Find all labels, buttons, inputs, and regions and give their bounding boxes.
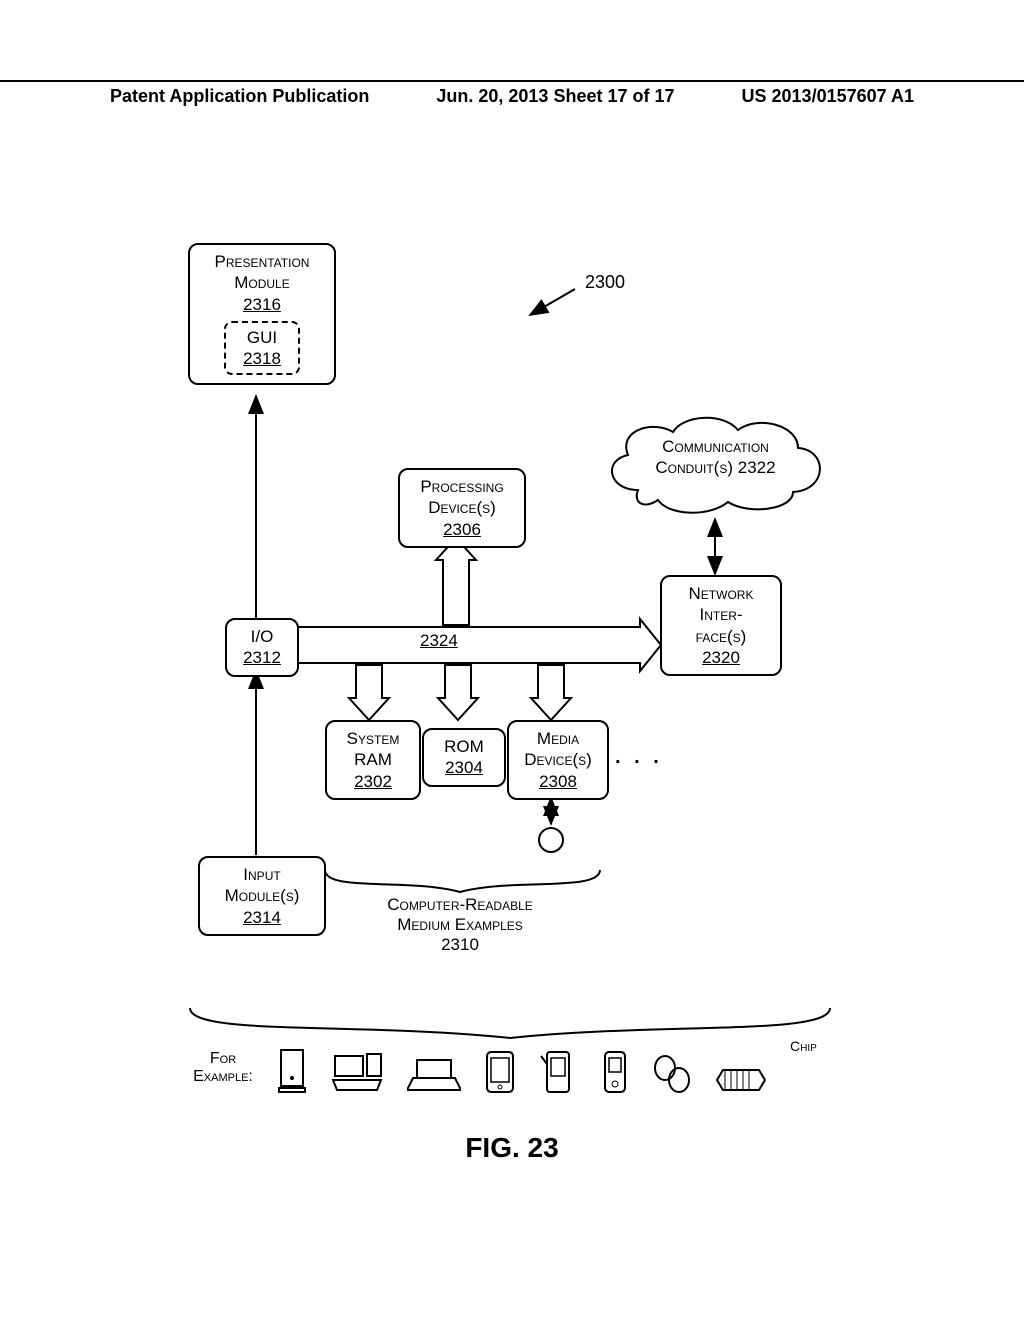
label: Processing [420, 477, 503, 496]
label: Device(s) [428, 498, 496, 517]
desktop-icon [275, 1048, 309, 1094]
input-modules-box: Input Module(s) 2314 [198, 856, 326, 936]
processing-box: Processing Device(s) 2306 [398, 468, 526, 548]
label: System [347, 729, 400, 748]
ref-num: 2320 [666, 647, 776, 668]
ref-num: 2314 [204, 907, 320, 928]
presentation-module-box: Presentation Module 2316 GUI 2318 [188, 243, 336, 385]
ref-2300: 2300 [585, 272, 625, 293]
ref-num: 2306 [404, 519, 520, 540]
for-example-label: For Example: [178, 1050, 268, 1086]
label: Media [537, 729, 579, 748]
page-header: Patent Application Publication Jun. 20, … [0, 80, 1024, 107]
num: 2310 [441, 935, 479, 954]
ref-num: 2308 [513, 771, 603, 792]
label: RAM [354, 750, 392, 769]
ref-num: 2312 [231, 647, 293, 668]
medium-examples-label: Computer-Readable Medium Examples 2310 [355, 895, 565, 955]
label: Module [234, 273, 290, 292]
communication-cloud: Communication Conduit(s) 2322 [598, 410, 833, 520]
flip-phone-icon [651, 1054, 693, 1094]
header-right: US 2013/0157607 A1 [742, 86, 914, 107]
ref-num: 2318 [234, 348, 290, 369]
label: ROM [444, 737, 484, 756]
header-left: Patent Application Publication [110, 86, 369, 107]
media-box: Media Device(s) 2308 [507, 720, 609, 800]
device-icons [275, 1048, 767, 1094]
laptop-icon [407, 1056, 461, 1094]
label: Input [243, 865, 280, 884]
ref-num: 2304 [428, 757, 500, 778]
label: face(s) [696, 627, 747, 646]
ref-num: 2322 [738, 458, 776, 477]
label: GUI [247, 328, 277, 347]
label: Inter- [699, 605, 742, 624]
label: Network [689, 584, 754, 603]
label: Conduit(s) [655, 458, 733, 477]
label: Medium Examples [397, 915, 523, 934]
ram-box: System RAM 2302 [325, 720, 421, 800]
gui-box: GUI 2318 [224, 321, 300, 376]
network-box: Network Inter- face(s) 2320 [660, 575, 782, 676]
label: I/O [251, 627, 274, 646]
figure-caption: FIG. 23 [0, 1132, 1024, 1164]
ref-num: 2316 [194, 294, 330, 315]
tablet-icon [483, 1050, 517, 1094]
label: Computer-Readable [387, 895, 533, 914]
label: Communication [662, 437, 769, 456]
figure-23-diagram: 2300 Presentation Module 2316 GUI 2318 C… [160, 230, 860, 1150]
io-box: I/O 2312 [225, 618, 299, 677]
label: Module(s) [225, 886, 300, 905]
chip-label: Chip [790, 1038, 817, 1054]
workstation-icon [331, 1052, 385, 1094]
label: Device(s) [524, 750, 592, 769]
chip-icon [715, 1062, 767, 1094]
ellipsis: . . . [615, 746, 663, 769]
header-center: Jun. 20, 2013 Sheet 17 of 17 [436, 86, 674, 107]
bus-num: 2324 [420, 631, 458, 651]
pda-icon [539, 1050, 579, 1094]
rom-box: ROM 2304 [422, 728, 506, 787]
label: Presentation [215, 252, 310, 271]
ref-num: 2302 [331, 771, 415, 792]
phone-icon [601, 1050, 629, 1094]
